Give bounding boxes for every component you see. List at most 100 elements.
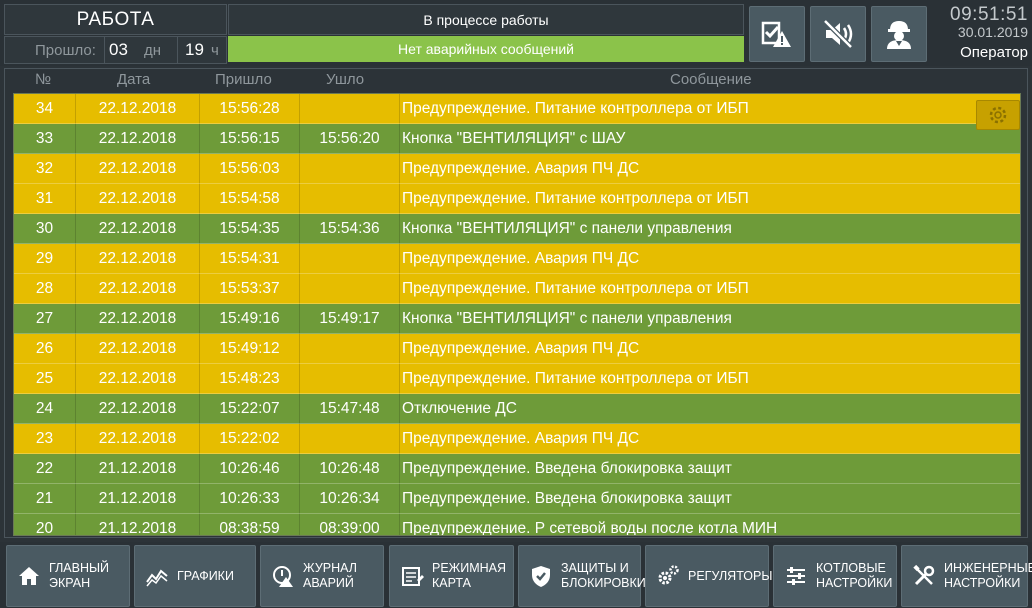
- table-row[interactable]: 31 22.12.2018 15:54:58 Предупреждение. Пита…: [14, 184, 1020, 214]
- table-row[interactable]: 33 22.12.2018 15:56:15 15:56:20 Кнопка "ВЕНТ…: [14, 124, 1020, 154]
- cell-message: Предупреждение. Питание контроллера от И…: [402, 190, 749, 207]
- table-row[interactable]: 34 22.12.2018 15:56:28 Предупреждение. Пита…: [14, 94, 1020, 124]
- nav-button-label: ЗАЩИТЫ И БЛОКИРОВКИ: [561, 561, 646, 590]
- cell-number: 24: [14, 394, 76, 424]
- cell-date: 21.12.2018: [76, 454, 200, 484]
- table-row[interactable]: 23 22.12.2018 15:22:02 Предупреждение. Авар…: [14, 424, 1020, 454]
- process-status: В процессе работы: [228, 4, 744, 35]
- cell-number: 26: [14, 334, 76, 364]
- gear-icon: [989, 106, 1007, 124]
- cell-left: 10:26:48: [300, 454, 400, 484]
- cell-arrived: 15:49:12: [200, 334, 300, 364]
- nav-button-1[interactable]: ГРАФИКИ: [134, 545, 256, 607]
- cell-message: Предупреждение. Авария ПЧ ДС: [402, 340, 640, 357]
- table-row[interactable]: 29 22.12.2018 15:54:31 Предупреждение. Авар…: [14, 244, 1020, 274]
- nav-button-7[interactable]: ИНЖЕНЕРНЫЕ НАСТРОЙКИ: [901, 545, 1032, 607]
- event-log: № Дата Пришло Ушло Сообщение 34 22.12.201…: [4, 68, 1028, 538]
- nav-button-label: РЕГУЛЯТОРЫ: [688, 568, 773, 583]
- cell-arrived: 08:38:59: [200, 514, 300, 535]
- cell-date: 21.12.2018: [76, 484, 200, 514]
- cell-left: [300, 154, 400, 184]
- cell-date: 21.12.2018: [76, 514, 200, 535]
- table-row[interactable]: 30 22.12.2018 15:54:35 15:54:36 Кнопка "ВЕНТ…: [14, 214, 1020, 244]
- cell-arrived: 10:26:33: [200, 484, 300, 514]
- cell-left: [300, 424, 400, 454]
- cell-date: 22.12.2018: [76, 154, 200, 184]
- home-icon: [19, 567, 39, 585]
- cell-date: 22.12.2018: [76, 274, 200, 304]
- cell-message: Отключение ДС: [402, 400, 517, 417]
- cell-message: Предупреждение. Введена блокировка защит: [402, 460, 732, 477]
- table-row[interactable]: 32 22.12.2018 15:56:03 Предупреждение. Авар…: [14, 154, 1020, 184]
- column-header-date: Дата: [117, 71, 151, 88]
- table-body[interactable]: 34 22.12.2018 15:56:28 Предупреждение. Пита…: [13, 93, 1021, 536]
- cell-date: 22.12.2018: [76, 334, 200, 364]
- cell-left: [300, 364, 400, 394]
- cell-arrived: 10:26:46: [200, 454, 300, 484]
- cell-left: 08:39:00: [300, 514, 400, 535]
- table-row[interactable]: 24 22.12.2018 15:22:07 15:47:48 Отключение Д…: [14, 394, 1020, 424]
- nav-button-5[interactable]: РЕГУЛЯТОРЫ: [645, 545, 773, 607]
- cell-number: 29: [14, 244, 76, 274]
- table-row[interactable]: 21 21.12.2018 10:26:33 10:26:34 Предупрежден…: [14, 484, 1020, 514]
- mode-card-icon: [402, 567, 424, 586]
- cell-message: Предупреждение. Авария ПЧ ДС: [402, 250, 640, 267]
- cell-arrived: 15:54:35: [200, 214, 300, 244]
- cell-date: 22.12.2018: [76, 214, 200, 244]
- cell-number: 30: [14, 214, 76, 244]
- cell-number: 25: [14, 364, 76, 394]
- cell-left: [300, 274, 400, 304]
- cell-left: 15:56:20: [300, 124, 400, 154]
- mute-button[interactable]: [810, 6, 866, 62]
- cell-number: 32: [14, 154, 76, 184]
- tools-icon: [913, 564, 935, 586]
- elapsed-days: 03: [109, 40, 128, 59]
- table-row[interactable]: 20 21.12.2018 08:38:59 08:39:00 Предупрежден…: [14, 514, 1020, 536]
- table-row[interactable]: 27 22.12.2018 15:49:16 15:49:17 Кнопка "ВЕНТ…: [14, 304, 1020, 334]
- acknowledge-button[interactable]: [749, 6, 805, 62]
- table-row[interactable]: 28 22.12.2018 15:53:37 Предупреждение. Пита…: [14, 274, 1020, 304]
- cell-left: [300, 334, 400, 364]
- alarm-status: Нет аварийных сообщений: [228, 36, 744, 62]
- cell-arrived: 15:56:03: [200, 154, 300, 184]
- nav-button-label: КОТЛОВЫЕ НАСТРОЙКИ: [816, 561, 893, 590]
- mode-indicator: РАБОТА: [4, 4, 227, 35]
- cell-message: Предупреждение. Р сетевой воды после кот…: [402, 520, 778, 536]
- table-settings-button[interactable]: [976, 100, 1020, 130]
- cell-left: 10:26:34: [300, 484, 400, 514]
- cell-number: 27: [14, 304, 76, 334]
- nav-button-3[interactable]: РЕЖИМНАЯ КАРТА: [389, 545, 514, 607]
- bottom-navigation: ГЛАВНЫЙ ЭКРАН ГРАФИКИ ЖУРНАЛ АВАРИЙ РЕЖИМНА…: [0, 542, 1032, 608]
- divider: [177, 37, 178, 63]
- cell-number: 23: [14, 424, 76, 454]
- nav-button-0[interactable]: ГЛАВНЫЙ ЭКРАН: [6, 545, 130, 607]
- cell-date: 22.12.2018: [76, 424, 200, 454]
- hours-unit: ч: [211, 42, 219, 59]
- operator-button[interactable]: [871, 6, 927, 62]
- column-header-arrived: Пришло: [215, 71, 272, 88]
- cell-date: 22.12.2018: [76, 394, 200, 424]
- elapsed-hours: 19: [185, 40, 204, 59]
- elapsed-label: Прошло:: [35, 42, 96, 59]
- cell-left: 15:47:48: [300, 394, 400, 424]
- nav-button-6[interactable]: КОТЛОВЫЕ НАСТРОЙКИ: [773, 545, 897, 607]
- nav-button-label: ГЛАВНЫЙ ЭКРАН: [49, 561, 110, 590]
- operator-icon: [887, 21, 911, 49]
- sound-off-icon: [823, 19, 853, 49]
- cell-arrived: 15:48:23: [200, 364, 300, 394]
- nav-button-2[interactable]: ЖУРНАЛ АВАРИЙ: [260, 545, 384, 607]
- nav-button-4[interactable]: ЗАЩИТЫ И БЛОКИРОВКИ: [518, 545, 646, 607]
- nav-button-label: ГРАФИКИ: [177, 568, 234, 583]
- table-row[interactable]: 26 22.12.2018 15:49:12 Предупреждение. Авар…: [14, 334, 1020, 364]
- cell-message: Предупреждение. Введена блокировка защит: [402, 490, 732, 507]
- table-row[interactable]: 22 21.12.2018 10:26:46 10:26:48 Предупрежден…: [14, 454, 1020, 484]
- shield-icon: [532, 566, 550, 587]
- cell-message: Предупреждение. Авария ПЧ ДС: [402, 160, 640, 177]
- cell-message: Кнопка "ВЕНТИЛЯЦИЯ" с панели управления: [402, 220, 732, 237]
- cell-left: 15:54:36: [300, 214, 400, 244]
- table-row[interactable]: 25 22.12.2018 15:48:23 Предупреждение. Пита…: [14, 364, 1020, 394]
- chart-icon: [146, 569, 168, 587]
- elapsed-time: Прошло: 03 дн 19 ч: [4, 36, 227, 64]
- cell-arrived: 15:22:02: [200, 424, 300, 454]
- cell-date: 22.12.2018: [76, 304, 200, 334]
